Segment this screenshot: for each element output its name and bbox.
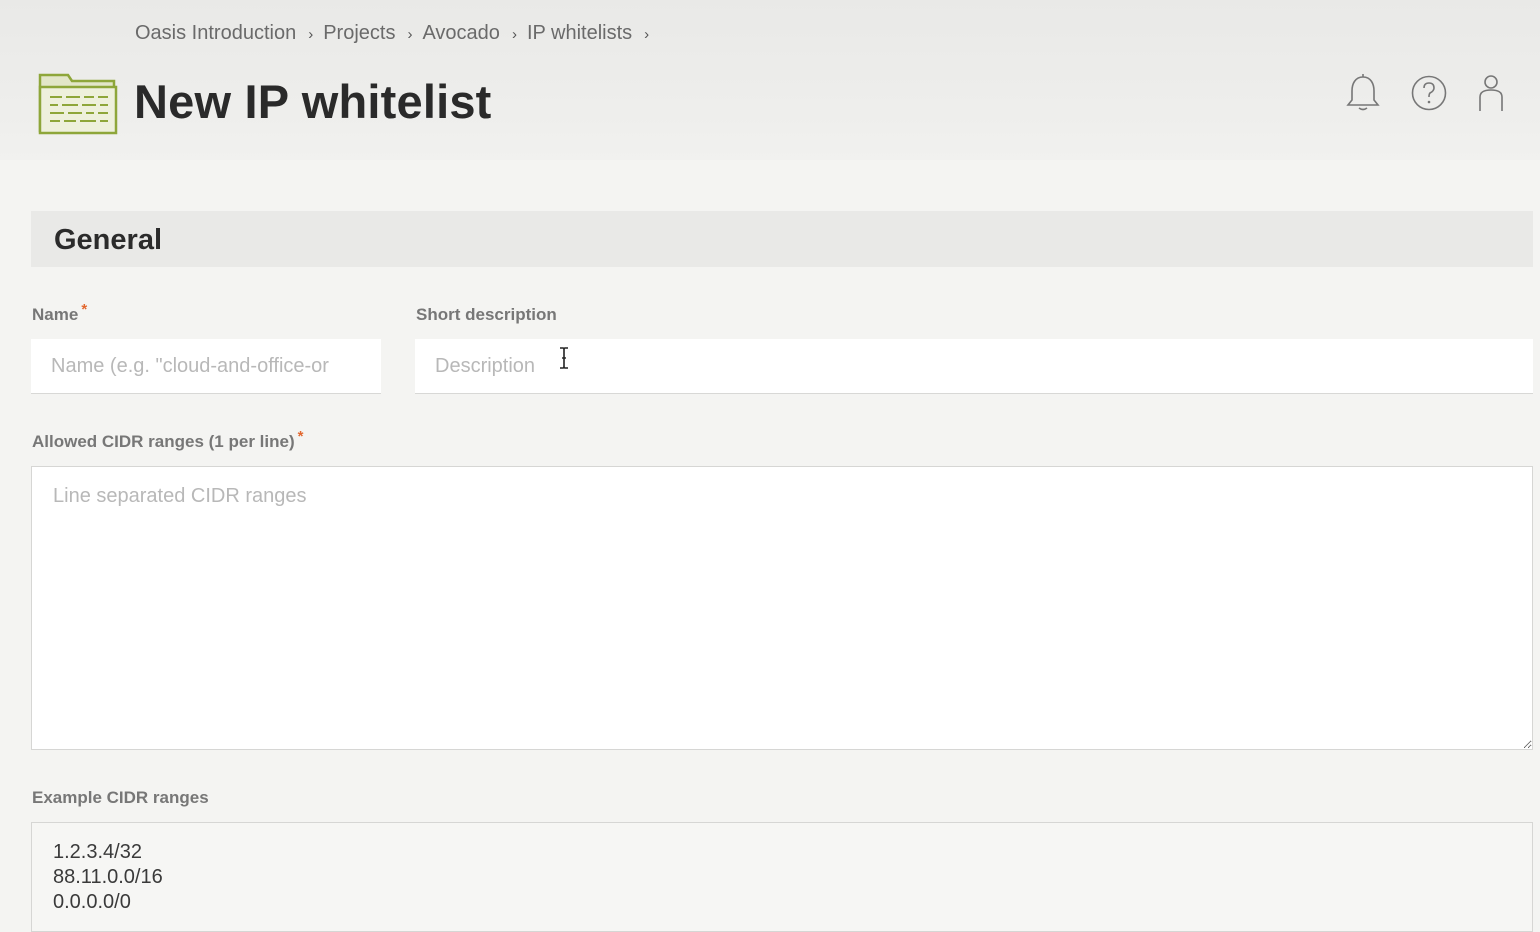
breadcrumb-item-avocado[interactable]: Avocado [422,22,499,45]
page-header: Oasis Introduction › Projects › Avocado … [0,0,1540,160]
breadcrumb-item-projects[interactable]: Projects [323,22,395,45]
folder-list-icon [38,73,118,135]
breadcrumb-separator-icon: › [511,26,517,43]
breadcrumb-item-oasis-introduction[interactable]: Oasis Introduction [135,22,296,45]
name-label: Name * [32,301,87,325]
cidr-ranges-label-text: Allowed CIDR ranges (1 per line) [32,432,295,451]
section-header-general: General [31,211,1533,267]
breadcrumb-separator-icon: › [308,26,314,43]
name-label-text: Name [32,305,79,324]
example-cidr-line: 0.0.0.0/0 [53,891,131,913]
short-description-label: Short description [416,305,557,324]
text-cursor-icon [560,347,568,369]
example-cidr-line: 1.2.3.4/32 [53,841,142,863]
breadcrumb-separator-icon: › [644,26,650,43]
example-cidr-box: 1.2.3.4/32 88.11.0.0/16 0.0.0.0/0 [31,822,1533,932]
required-marker: * [297,428,304,445]
bell-icon[interactable] [1343,73,1383,113]
help-circle-icon[interactable] [1409,73,1449,113]
description-input[interactable] [415,339,1533,394]
cidr-ranges-label: Allowed CIDR ranges (1 per line) * [32,428,303,452]
breadcrumb-item-ip-whitelists[interactable]: IP whitelists [527,22,632,45]
example-cidr-line: 88.11.0.0/16 [53,866,163,888]
name-input[interactable] [31,339,381,394]
example-cidr-label: Example CIDR ranges [32,788,209,807]
cidr-ranges-textarea[interactable] [31,466,1533,750]
page-title: New IP whitelist [134,75,492,128]
user-icon[interactable] [1471,73,1511,113]
required-marker: * [81,301,88,318]
breadcrumb: Oasis Introduction › Projects › Avocado … [135,22,659,45]
breadcrumb-separator-icon: › [407,26,413,43]
section-title: General [54,224,162,256]
